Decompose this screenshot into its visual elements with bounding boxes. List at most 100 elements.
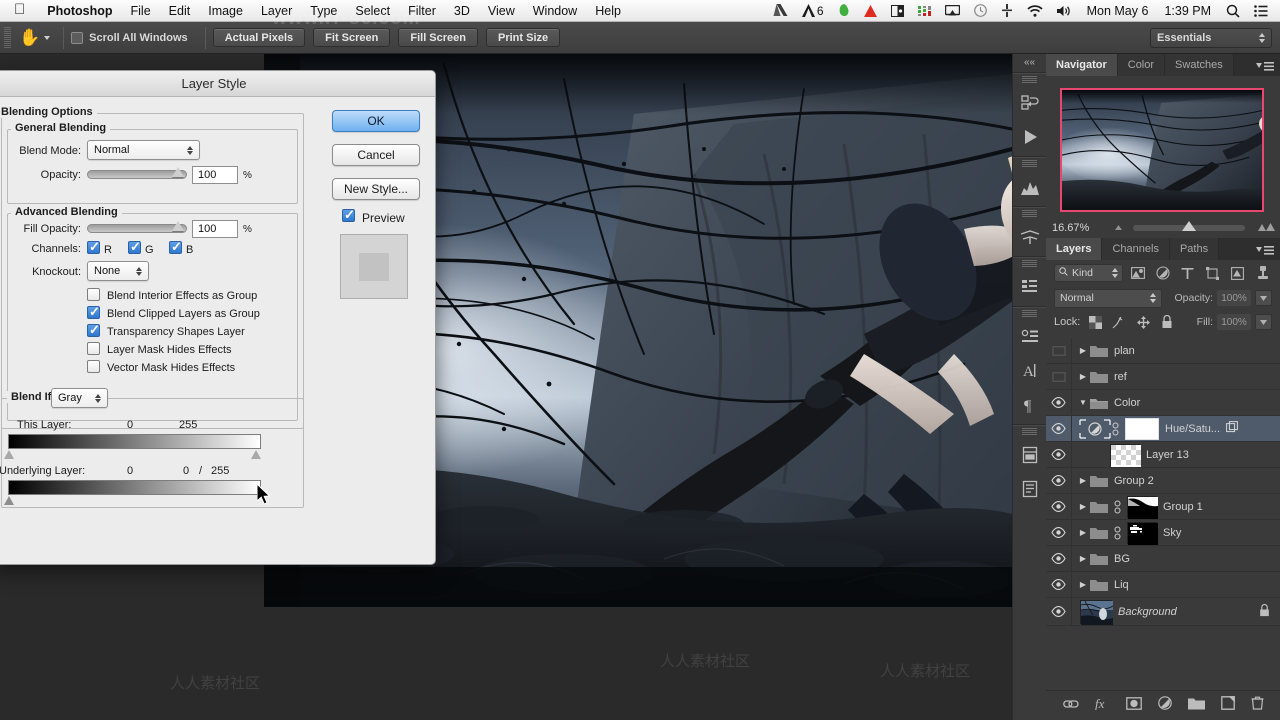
navigator-zoom-slider-thumb[interactable] [1181, 220, 1197, 235]
lock-position-icon[interactable] [1134, 314, 1152, 330]
layer-name[interactable]: ref [1114, 371, 1127, 383]
zoom-in-icon[interactable] [1253, 222, 1277, 235]
layer-name[interactable]: Liq [1114, 579, 1129, 591]
blend-clipped-layers-checkbox[interactable] [87, 304, 100, 320]
chevron-right-icon[interactable]: ▶ [1076, 476, 1090, 485]
lock-transparent-pixels-icon[interactable] [1086, 314, 1104, 330]
knockout-select[interactable]: None [87, 261, 149, 281]
layer-list[interactable]: ▶ plan ▶ ref ▼ Color Hue/Satu... Layer 1… [1046, 338, 1280, 683]
layer-name[interactable]: Sky [1163, 527, 1181, 539]
adjustment-layer-filter-icon[interactable] [1154, 264, 1173, 282]
table-row[interactable]: ▶ plan [1046, 338, 1280, 364]
new-style-button[interactable]: New Style... [332, 178, 420, 200]
display-icon[interactable] [884, 4, 911, 17]
tab-navigator[interactable]: Navigator [1046, 54, 1118, 76]
shape-layer-filter-icon[interactable] [1203, 264, 1222, 282]
time-machine-icon[interactable] [967, 4, 994, 17]
navigator-zoom-value[interactable]: 16.67% [1052, 222, 1089, 234]
menu-item-select[interactable]: Select [346, 4, 399, 18]
table-row[interactable]: ▶ Group 2 [1046, 468, 1280, 494]
layer-filter-kind-select[interactable]: Kind [1054, 264, 1123, 282]
character-icon[interactable]: A [1013, 354, 1046, 388]
mask-link-icon[interactable] [1114, 526, 1123, 540]
table-row[interactable]: ▶ BG [1046, 546, 1280, 572]
eject-icon[interactable] [994, 4, 1020, 17]
dock-grip[interactable] [1022, 310, 1037, 318]
lock-image-pixels-icon[interactable] [1110, 314, 1128, 330]
background-layer-thumbnail[interactable] [1080, 599, 1114, 625]
table-row[interactable]: ▶ Group 1 [1046, 494, 1280, 520]
ok-button[interactable]: OK [332, 110, 420, 132]
layer-visibility-toggle[interactable] [1046, 390, 1072, 415]
layer-visibility-toggle[interactable] [1046, 598, 1072, 625]
wifi-icon[interactable] [1020, 4, 1050, 17]
smart-object-filter-icon[interactable] [1228, 264, 1247, 282]
table-row[interactable]: ▶ ref [1046, 364, 1280, 390]
tab-layers[interactable]: Layers [1046, 238, 1103, 260]
hand-tool-icon[interactable]: ✋ [11, 29, 56, 46]
sky-mask-thumbnail[interactable] [1127, 521, 1158, 545]
this-layer-black-slider[interactable] [4, 450, 14, 459]
chevron-right-icon[interactable]: ▶ [1076, 502, 1090, 511]
layer-visibility-toggle[interactable] [1046, 364, 1072, 389]
transparency-shapes-layer-checkbox[interactable] [87, 322, 100, 338]
filter-toggle-icon[interactable] [1253, 264, 1272, 282]
layer-visibility-toggle[interactable] [1046, 572, 1072, 597]
menu-item-image[interactable]: Image [199, 4, 252, 18]
layer-name[interactable]: Hue/Satu... [1165, 423, 1220, 435]
navigator-zoom-slider[interactable] [1133, 221, 1246, 231]
layer-visibility-toggle[interactable] [1046, 442, 1072, 467]
layer-thumbnail[interactable] [1110, 443, 1141, 467]
dock-grip[interactable] [1022, 160, 1037, 168]
menu-item-window[interactable]: Window [524, 4, 586, 18]
blend-if-channel-select[interactable]: Gray [51, 388, 108, 408]
layer-visibility-toggle[interactable] [1046, 338, 1072, 363]
layer-blend-mode-select[interactable]: Normal [1054, 288, 1163, 308]
clone-source-icon[interactable] [1013, 270, 1046, 304]
google-drive-icon[interactable] [766, 4, 795, 17]
channel-r-checkbox[interactable] [87, 239, 100, 255]
type-layer-filter-icon[interactable] [1178, 264, 1197, 282]
panel-menu-icon[interactable] [1256, 243, 1274, 261]
lock-all-icon[interactable] [1158, 314, 1176, 330]
layer-name[interactable]: BG [1114, 553, 1130, 565]
volume-icon[interactable] [1050, 5, 1079, 17]
history-icon[interactable] [1013, 86, 1046, 120]
print-size-button[interactable]: Print Size [486, 28, 561, 47]
layer-mask-hides-effects-checkbox[interactable] [87, 342, 100, 355]
histogram-icon[interactable] [1013, 170, 1046, 204]
actual-pixels-button[interactable]: Actual Pixels [212, 28, 306, 47]
delete-layer-icon[interactable] [1251, 696, 1264, 715]
layer-opacity-value[interactable]: 100% [1217, 290, 1251, 306]
styles-icon[interactable] [1013, 472, 1046, 506]
tab-color[interactable]: Color [1117, 54, 1166, 76]
properties-icon[interactable] [1013, 320, 1046, 354]
channel-b-checkbox[interactable] [169, 239, 182, 255]
fill-opacity-slider-thumb[interactable] [172, 221, 184, 231]
dialog-title-bar[interactable]: Layer Style [0, 71, 435, 97]
evernote-icon[interactable] [831, 4, 857, 17]
new-group-icon[interactable] [1187, 697, 1205, 715]
chevron-right-icon[interactable]: ▶ [1076, 580, 1090, 589]
spotlight-search-icon[interactable] [1219, 4, 1247, 18]
workspace-switcher[interactable]: Essentials [1150, 27, 1272, 48]
menu-item-edit[interactable]: Edit [160, 4, 200, 18]
new-adjustment-layer-icon[interactable] [1157, 696, 1172, 715]
layer-name[interactable]: Group 1 [1163, 501, 1203, 513]
dock-grip[interactable] [1022, 260, 1037, 268]
menu-item-file[interactable]: File [122, 4, 160, 18]
dock-grip[interactable] [1022, 76, 1037, 84]
notes-icon[interactable] [1013, 438, 1046, 472]
chevron-right-icon[interactable]: ▶ [1076, 528, 1090, 537]
fill-dropdown-icon[interactable] [1255, 314, 1272, 330]
dock-grip[interactable] [1022, 428, 1037, 436]
mask-link-icon[interactable] [1114, 500, 1123, 514]
layer-visibility-toggle[interactable] [1046, 546, 1072, 571]
actions-play-icon[interactable] [1013, 120, 1046, 154]
layer-visibility-toggle[interactable] [1046, 520, 1072, 545]
istat-menus-icon[interactable] [911, 5, 938, 17]
chevron-right-icon[interactable]: ▶ [1076, 554, 1090, 563]
airplay-icon[interactable] [938, 4, 967, 17]
table-row[interactable]: ▼ Color [1046, 390, 1280, 416]
menu-item-view[interactable]: View [479, 4, 524, 18]
